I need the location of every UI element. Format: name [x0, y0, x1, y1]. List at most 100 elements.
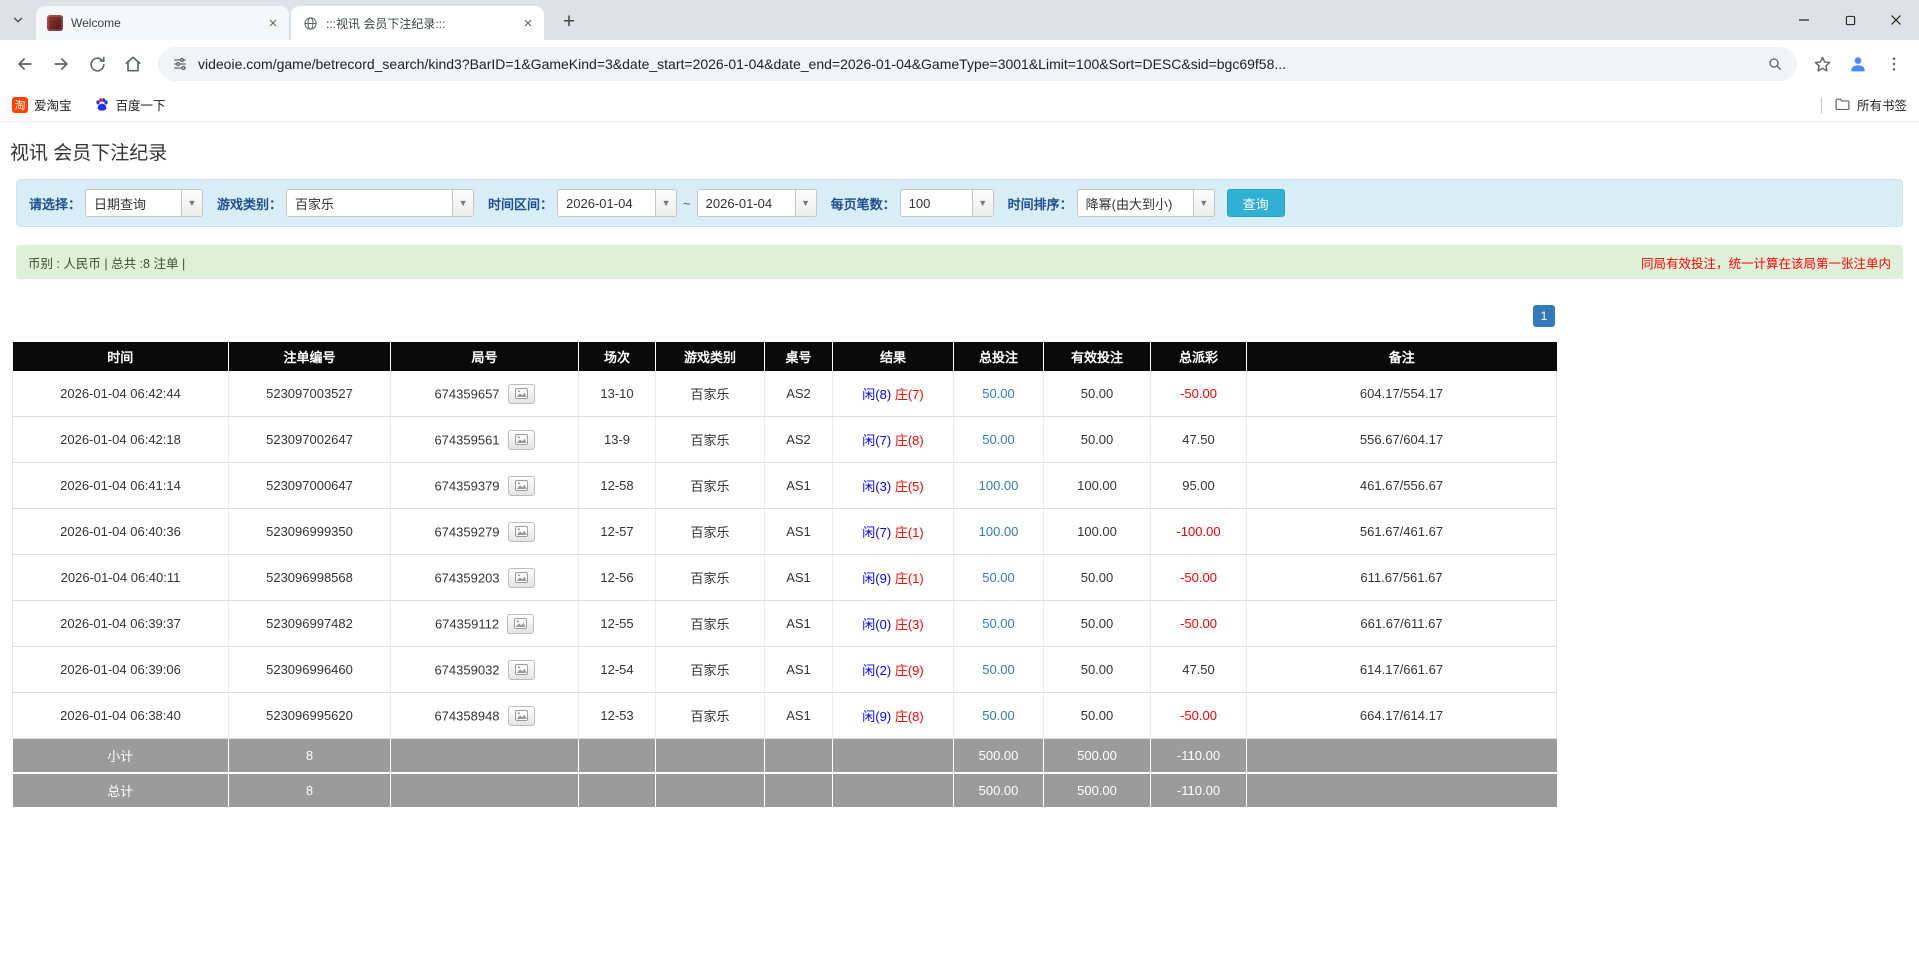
- round-no-cell: 674359032: [391, 647, 579, 693]
- column-header: 局号: [391, 342, 579, 371]
- date-start-select[interactable]: 2026-01-04 ▼: [557, 189, 677, 217]
- round-replay-icon-button[interactable]: [507, 614, 534, 634]
- column-header: 结果: [833, 342, 954, 371]
- time-cell: 2026-01-04 06:41:14: [13, 463, 229, 509]
- chevron-down-icon[interactable]: ▼: [795, 190, 816, 216]
- round-replay-icon-button[interactable]: [508, 660, 535, 680]
- column-header: 有效投注: [1044, 342, 1151, 371]
- minimize-button[interactable]: [1781, 0, 1827, 40]
- forward-button[interactable]: [44, 47, 78, 81]
- tab-search-chevron-icon[interactable]: [0, 0, 36, 40]
- time-cell: 2026-01-04 06:39:06: [13, 647, 229, 693]
- bookmark-baidu[interactable]: 百度一下: [94, 95, 166, 114]
- time-cell: 2026-01-04 06:40:36: [13, 509, 229, 555]
- new-tab-button[interactable]: +: [554, 6, 584, 36]
- chevron-down-icon[interactable]: ▼: [1193, 190, 1214, 216]
- address-bar[interactable]: videoie.com/game/betrecord_search/kind3?…: [158, 47, 1797, 81]
- folder-icon: [1834, 96, 1851, 113]
- note-cell: 556.67/604.17: [1247, 417, 1557, 463]
- table-no-cell: AS1: [765, 463, 833, 509]
- page-content: 视讯 会员下注纪录 请选择： 日期查询 ▼ 游戏类别： 百家乐 ▼ 时间区间： …: [0, 138, 1919, 809]
- total-bet-link[interactable]: 50.00: [982, 662, 1015, 677]
- site-info-tune-icon[interactable]: [172, 56, 188, 72]
- tab-close-icon[interactable]: ×: [520, 15, 536, 31]
- table-row: 2026-01-04 06:42:18523097002647674359561…: [13, 417, 1557, 463]
- page-1-button[interactable]: 1: [1533, 305, 1555, 327]
- sort-order-select[interactable]: 降幂(由大到小) ▼: [1077, 189, 1215, 217]
- round-replay-icon-button[interactable]: [508, 384, 535, 404]
- total-bet-cell: 50.00: [954, 555, 1044, 601]
- total-bet-link[interactable]: 50.00: [982, 432, 1015, 447]
- payout-cell: 47.50: [1151, 417, 1247, 463]
- table-row: 2026-01-04 06:39:37523096997482674359112…: [13, 601, 1557, 647]
- all-bookmarks-button[interactable]: 所有书签: [1834, 95, 1907, 114]
- menu-kebab-icon[interactable]: [1877, 47, 1911, 81]
- table-row: 2026-01-04 06:41:14523097000647674359379…: [13, 463, 1557, 509]
- total-bet-link[interactable]: 100.00: [979, 478, 1019, 493]
- empty-cell: [765, 773, 833, 808]
- bet-no-cell: 523096999350: [229, 509, 391, 555]
- game-kind-select[interactable]: 百家乐 ▼: [286, 189, 474, 217]
- round-replay-icon-button[interactable]: [508, 522, 535, 542]
- baidu-paw-icon: [94, 97, 110, 113]
- payout-cell: -50.00: [1151, 601, 1247, 647]
- game-kind-label: 游戏类别：: [217, 194, 282, 213]
- query-type-select[interactable]: 日期查询 ▼: [85, 189, 203, 217]
- round-replay-icon-button[interactable]: [508, 430, 535, 450]
- column-header: 注单编号: [229, 342, 391, 371]
- tab-betrecord[interactable]: :::视讯 会员下注纪录::: ×: [291, 6, 544, 40]
- home-button[interactable]: [116, 47, 150, 81]
- profile-avatar-icon[interactable]: [1841, 47, 1875, 81]
- chevron-down-icon[interactable]: ▼: [452, 190, 473, 216]
- valid-bet-cell: 100.00: [1044, 509, 1151, 555]
- tab-close-icon[interactable]: ×: [265, 15, 281, 31]
- bookmarks-bar: 淘 爱淘宝 百度一下 所有书签: [0, 88, 1919, 122]
- bookmark-aitaobao[interactable]: 淘 爱淘宝: [12, 95, 72, 114]
- result-cell: 闲(7) 庄(1): [833, 509, 954, 555]
- per-page-label: 每页笔数：: [831, 194, 896, 213]
- column-header: 总投注: [954, 342, 1044, 371]
- round-replay-icon-button[interactable]: [508, 706, 535, 726]
- table-no-cell: AS1: [765, 647, 833, 693]
- total-bet-link[interactable]: 50.00: [982, 386, 1015, 401]
- round-no-cell: 674359112: [391, 601, 579, 647]
- total-bet-cell: 50.00: [954, 601, 1044, 647]
- session-cell: 12-58: [579, 463, 656, 509]
- round-no-cell: 674359657: [391, 371, 579, 417]
- player-result: 闲(8): [862, 387, 891, 402]
- chevron-down-icon[interactable]: ▼: [655, 190, 676, 216]
- total-bet-link[interactable]: 50.00: [982, 616, 1015, 631]
- player-result: 闲(9): [862, 709, 891, 724]
- bookmark-star-icon[interactable]: [1805, 47, 1839, 81]
- table-row: 2026-01-04 06:38:40523096995620674358948…: [13, 693, 1557, 739]
- date-end-select[interactable]: 2026-01-04 ▼: [697, 189, 817, 217]
- tab-welcome[interactable]: Welcome ×: [36, 6, 289, 40]
- round-replay-icon-button[interactable]: [508, 476, 535, 496]
- table-section: 1 时间注单编号局号场次游戏类别桌号结果总投注有效投注总派彩备注 2026-01…: [12, 305, 1557, 809]
- valid-bet-cell: 50.00: [1044, 693, 1151, 739]
- round-replay-icon-button[interactable]: [508, 568, 535, 588]
- query-type-value: 日期查询: [86, 190, 181, 216]
- tab-title: Welcome: [71, 16, 257, 30]
- maximize-button[interactable]: [1827, 0, 1873, 40]
- chevron-down-icon[interactable]: ▼: [181, 190, 202, 216]
- sum-valid-bet-cell: 500.00: [1044, 739, 1151, 774]
- reload-button[interactable]: [80, 47, 114, 81]
- note-cell: 604.17/554.17: [1247, 371, 1557, 417]
- close-button[interactable]: [1873, 0, 1919, 40]
- search-button[interactable]: 查询: [1227, 189, 1285, 217]
- total-bet-link[interactable]: 50.00: [982, 570, 1015, 585]
- game-kind-cell: 百家乐: [656, 417, 765, 463]
- zoom-magnifier-icon[interactable]: [1767, 56, 1783, 72]
- chevron-down-icon[interactable]: ▼: [972, 190, 993, 216]
- per-page-select[interactable]: 100 ▼: [900, 189, 994, 217]
- round-no: 674359279: [434, 524, 499, 539]
- empty-cell: [1247, 739, 1557, 774]
- bet-records-table: 时间注单编号局号场次游戏类别桌号结果总投注有效投注总派彩备注 2026-01-0…: [12, 342, 1557, 809]
- payout-cell: -50.00: [1151, 693, 1247, 739]
- total-bet-link[interactable]: 50.00: [982, 708, 1015, 723]
- total-bet-link[interactable]: 100.00: [979, 524, 1019, 539]
- player-result: 闲(0): [862, 617, 891, 632]
- column-header: 总派彩: [1151, 342, 1247, 371]
- back-button[interactable]: [8, 47, 42, 81]
